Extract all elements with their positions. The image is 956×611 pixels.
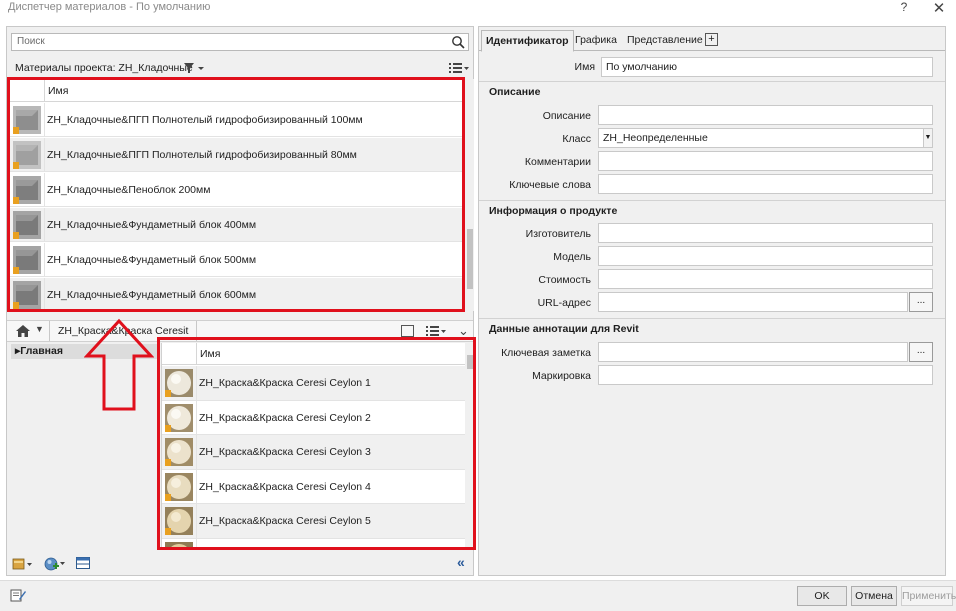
apply-button[interactable]: Применить: [901, 586, 956, 606]
up-arrow-annotation: [84, 318, 154, 411]
mark-field[interactable]: [598, 365, 933, 385]
class-value: ZH_Неопределенные: [603, 132, 708, 144]
project-materials-label: Материалы проекта: ZH_Кладочные: [15, 62, 193, 74]
chevron-down-icon[interactable]: ▼: [35, 324, 44, 334]
manufacturer-field[interactable]: [598, 223, 933, 243]
title-bar: Диспетчер материалов - По умолчанию ? ✕: [0, 0, 956, 20]
edit-icon[interactable]: [10, 587, 26, 603]
material-editor-panel: Идентификатор Графика Представление + Им…: [478, 26, 946, 576]
cost-field[interactable]: [598, 269, 933, 289]
section-revit-annotation: Данные аннотации для Revit: [489, 323, 639, 335]
keywords-label: Ключевые слова: [509, 179, 591, 191]
model-field[interactable]: [598, 246, 933, 266]
class-select[interactable]: ZH_Неопределенные ▼: [598, 128, 933, 148]
project-materials-bar: Материалы проекта: ZH_Кладочные: [7, 60, 473, 78]
url-field[interactable]: [598, 292, 908, 312]
add-material-icon[interactable]: [44, 556, 66, 572]
filter-icon[interactable]: [183, 61, 207, 75]
url-browse-button[interactable]: ...: [909, 292, 933, 312]
url-label: URL-адрес: [537, 297, 591, 309]
add-tab-button[interactable]: +: [705, 33, 718, 46]
home-icon[interactable]: [15, 324, 31, 338]
cancel-button[interactable]: Отмена: [851, 586, 897, 606]
ok-button[interactable]: OK: [797, 586, 847, 606]
chevron-down-icon[interactable]: ▼: [923, 129, 932, 147]
highlight-box-project-materials: [7, 77, 465, 312]
view-options-icon[interactable]: [448, 62, 470, 74]
keynote-field[interactable]: [598, 342, 908, 362]
description-field[interactable]: [598, 105, 933, 125]
window-title: Диспетчер материалов - По умолчанию: [8, 1, 211, 13]
close-button[interactable]: ✕: [930, 0, 948, 17]
section-description: Описание: [489, 86, 541, 98]
panel-toggle-icon[interactable]: [401, 325, 414, 337]
keywords-field[interactable]: [598, 174, 933, 194]
description-label: Описание: [542, 110, 591, 122]
manufacturer-label: Изготовитель: [525, 228, 591, 240]
section-product-info: Информация о продукте: [489, 205, 618, 217]
search-placeholder: Поиск: [17, 36, 45, 47]
help-button[interactable]: ?: [896, 0, 912, 16]
search-input[interactable]: Поиск: [11, 33, 469, 51]
class-label: Класс: [562, 133, 591, 145]
search-icon[interactable]: [451, 35, 465, 49]
collapse-library-button[interactable]: «: [457, 554, 465, 570]
asset-browser-icon[interactable]: [76, 557, 90, 569]
comments-label: Комментарии: [524, 156, 591, 168]
tab-identity[interactable]: Идентификатор: [481, 30, 574, 52]
name-value: По умолчанию: [606, 61, 678, 73]
keynote-label: Ключевая заметка: [501, 347, 591, 359]
library-toolbar: «: [7, 551, 473, 575]
open-library-icon[interactable]: [12, 557, 34, 571]
name-label: Имя: [574, 61, 595, 73]
name-field[interactable]: По умолчанию: [601, 57, 933, 77]
tab-graphics[interactable]: Графика: [571, 32, 621, 48]
mark-label: Маркировка: [532, 370, 591, 382]
editor-tabs: Идентификатор Графика Представление +: [479, 27, 945, 52]
view-options-icon[interactable]: [425, 325, 447, 337]
highlight-box-library-materials: [157, 337, 476, 550]
cost-label: Стоимость: [538, 274, 591, 286]
dialog-footer: OK Отмена Применить: [0, 580, 956, 611]
model-label: Модель: [553, 251, 591, 263]
project-grid-scrollbar[interactable]: [466, 79, 474, 311]
tab-appearance[interactable]: Представление: [623, 32, 707, 48]
keynote-browse-button[interactable]: ...: [909, 342, 933, 362]
comments-field[interactable]: [598, 151, 933, 171]
